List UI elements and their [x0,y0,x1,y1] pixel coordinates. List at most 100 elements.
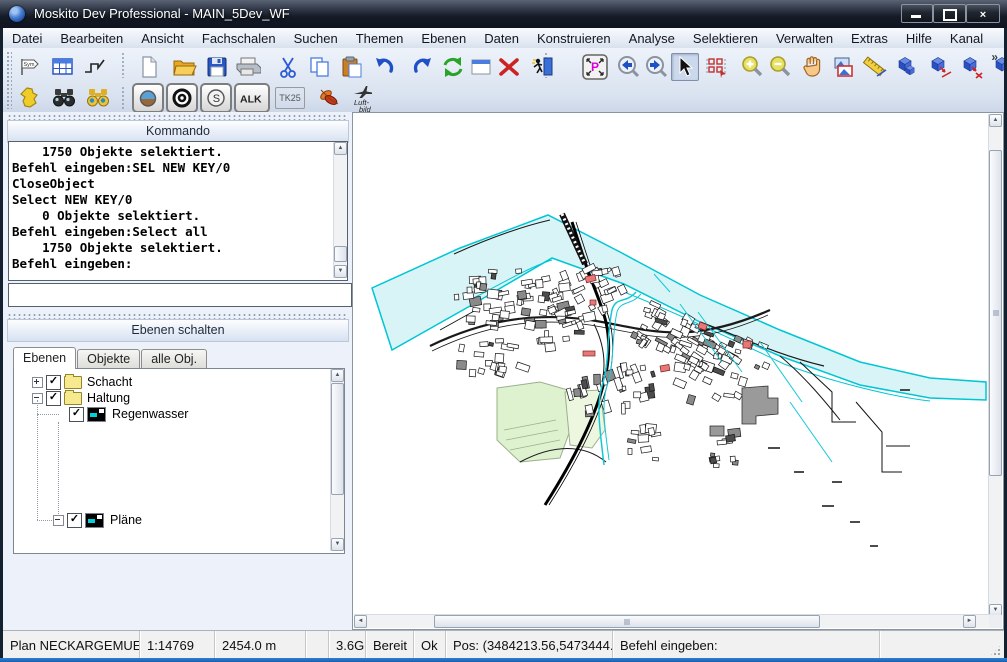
scroll-up-arrow[interactable]: ▲ [989,114,1002,127]
window-button[interactable] [467,53,495,81]
tk25-toggle-button[interactable]: TK25 [275,87,305,109]
close-button[interactable]: × [966,4,1000,23]
menu-item[interactable]: Daten [475,28,528,48]
map-canvas[interactable] [354,114,990,617]
copy-button[interactable] [306,53,334,81]
tree-scrollbar[interactable]: ▲ ▼ [330,369,344,551]
layer-label[interactable]: Haltung [87,391,130,405]
maximize-icon [943,9,957,21]
tab-objekte[interactable]: Objekte [77,349,140,369]
minimize-icon [911,15,921,18]
polyline-tool-button[interactable] [81,53,109,81]
scrollbar-thumb[interactable] [331,383,344,495]
scrollbar-thumb[interactable] [989,150,1002,476]
collapse-minus-icon[interactable] [53,515,64,526]
zoom-in-button[interactable] [738,53,766,81]
console-scrollbar[interactable]: ▲ ▼ [333,142,347,278]
cut-button[interactable] [274,53,302,81]
signpost-icon: Sym [17,55,41,79]
object-copy-button[interactable] [894,53,922,81]
exit-button[interactable] [529,53,557,81]
layer-label[interactable]: Pläne [110,513,142,527]
expand-plus-icon[interactable] [32,377,43,388]
map-horizontal-scrollbar[interactable]: ◄ ► [354,614,990,628]
refresh-button[interactable] [439,53,467,81]
menu-item[interactable]: Themen [347,28,413,48]
resize-grip[interactable] [989,644,1002,657]
search-coords-button[interactable] [84,84,112,112]
table-tool-button[interactable] [49,53,77,81]
tree-row-haltung[interactable]: ✓ Haltung [32,390,130,406]
schacht-checkbox[interactable]: ✓ [46,375,61,390]
scroll-down-arrow[interactable]: ▼ [334,265,347,278]
redo-button[interactable] [408,53,436,81]
grid-select-button[interactable] [702,53,730,81]
title-bar[interactable]: Moskito Dev Professional - MAIN_5Dev_WF … [0,0,1007,28]
delete-button[interactable] [495,53,523,81]
scroll-up-arrow[interactable]: ▲ [331,369,344,382]
tree-row-schacht[interactable]: ✓ Schacht [32,374,132,390]
save-icon [205,55,229,79]
tab-alle-obj[interactable]: alle Obj. [141,349,207,369]
object-move-button[interactable] [927,53,955,81]
view-forward-button[interactable] [643,53,671,81]
pan-button[interactable] [799,53,827,81]
scroll-left-arrow[interactable]: ◄ [354,615,367,628]
menu-item[interactable]: Verwalten [767,28,842,48]
maximize-button[interactable] [933,4,966,23]
menu-item[interactable]: Ansicht [132,28,193,48]
zoom-out-button[interactable] [766,53,794,81]
layer-label[interactable]: Schacht [87,375,132,389]
menu-item[interactable]: Konstruieren [528,28,620,48]
console-line: 0 Objekte selektiert. [12,208,331,224]
open-button[interactable] [171,53,199,81]
menu-item[interactable]: Fachschalen [193,28,285,48]
menu-item[interactable]: Selektieren [684,28,767,48]
menu-item[interactable]: Datei [3,28,51,48]
menu-item[interactable]: Hilfe [897,28,941,48]
regenwasser-checkbox[interactable]: ✓ [69,407,84,422]
globe-water-icon [138,88,158,108]
tab-ebenen[interactable]: Ebenen [13,347,76,369]
tree-row-regenwasser[interactable]: ✓ Regenwasser [69,406,188,422]
wasser-toggle-button[interactable] [132,83,164,113]
print-button[interactable] [234,53,262,81]
minimize-button[interactable] [901,4,933,23]
map-vertical-scrollbar[interactable]: ▲ ▼ [988,114,1002,617]
menu-item[interactable]: Bearbeiten [51,28,132,48]
search-objects-button[interactable] [50,84,78,112]
symbol-tool-button[interactable]: Sym [15,53,43,81]
scroll-down-arrow[interactable]: ▼ [331,538,344,551]
autumn-button[interactable] [315,84,343,112]
new-button[interactable] [135,53,163,81]
scroll-right-arrow[interactable]: ► [963,615,976,628]
menu-item[interactable]: Extras [842,28,897,48]
select-button[interactable] [671,53,699,81]
tree-row-plaene[interactable]: ✓ Pläne [53,512,142,528]
undo-button[interactable] [371,53,399,81]
haltung-checkbox[interactable]: ✓ [46,391,61,406]
image-overlay-button[interactable] [829,53,857,81]
menu-item[interactable]: Kanal [941,28,992,48]
menu-item[interactable]: Ebenen [412,28,475,48]
scrollbar-thumb[interactable] [434,615,820,628]
layer-label[interactable]: Regenwasser [112,407,188,421]
s-toggle-button[interactable]: S [200,83,232,113]
luftbild-button[interactable]: Luft- bild [349,82,381,114]
paste-button[interactable] [338,53,366,81]
view-back-button[interactable] [615,53,643,81]
germany-button[interactable] [15,84,43,112]
save-button[interactable] [203,53,231,81]
menu-item[interactable]: Analyse [620,28,684,48]
command-input[interactable] [8,283,352,307]
plaene-checkbox[interactable]: ✓ [67,513,82,528]
fit-view-button[interactable]: P [581,53,609,81]
alk-toggle-button[interactable]: ALK [234,83,270,113]
target-toggle-button[interactable] [166,83,198,113]
object-delete-button[interactable] [959,53,987,81]
scrollbar-thumb[interactable] [334,246,347,262]
scroll-up-arrow[interactable]: ▲ [334,142,347,155]
measure-button[interactable] [861,53,889,81]
menu-item[interactable]: Suchen [285,28,347,48]
gray-building [710,426,724,436]
